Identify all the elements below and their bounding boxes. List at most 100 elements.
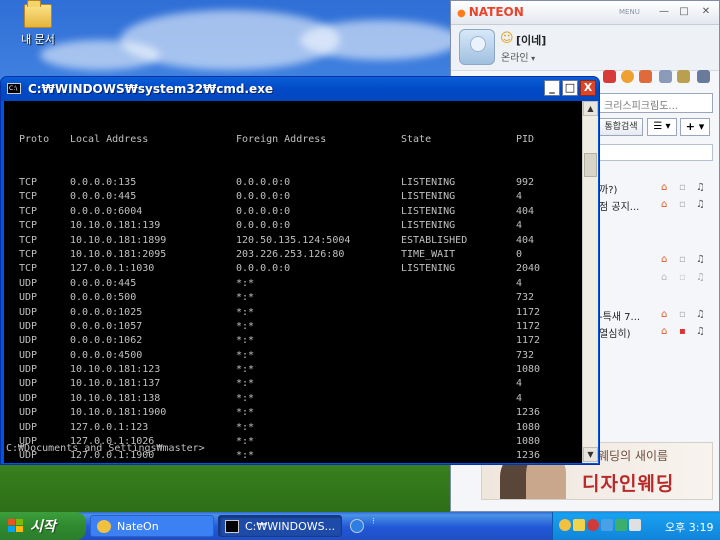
home-icon[interactable]: ⌂: [661, 199, 667, 210]
music-icon[interactable]: [677, 70, 690, 83]
emoticon-icon[interactable]: [621, 70, 634, 83]
ad-title: 디자인웨딩: [582, 473, 675, 495]
settings-icon[interactable]: [697, 70, 710, 83]
command-prompt[interactable]: C:₩Documents and Settings₩master>: [6, 443, 205, 454]
my-documents-desktop-icon[interactable]: 내 문서: [12, 0, 64, 47]
header-state: State: [401, 133, 432, 145]
cell-proto: UDP: [19, 364, 38, 376]
lock-icon[interactable]: ▪: [679, 326, 686, 337]
total-search-button[interactable]: 통합검색: [599, 118, 643, 136]
table-body: TCP 0.0.0.0:135 0.0.0.0:0 LISTENING 992 TCP 0.…: [19, 176, 579, 463]
cell-local-address: 10.10.0.181:139: [70, 220, 161, 232]
nateon-minimize-button[interactable]: —: [657, 6, 671, 19]
cell-local-address: 10.10.0.181:138: [70, 392, 161, 404]
cell-pid: 1080: [516, 364, 541, 376]
cell-state: TIME_WAIT: [401, 248, 456, 260]
cell-pid: 992: [516, 177, 535, 189]
cmd-close-button[interactable]: X: [580, 80, 596, 96]
clock[interactable]: 오후 3:19: [665, 519, 713, 535]
cmd-window[interactable]: C:\ C:₩WINDOWS₩system32₩cmd.exe _ □ X Pr…: [0, 76, 600, 465]
buddy-list-item[interactable]: ⌂ ▫ ♫: [599, 271, 720, 287]
taskbar-item-nateon[interactable]: NateOn: [90, 515, 214, 537]
table-row: UDP 127.0.0.1:123 *:* 1080: [19, 421, 579, 435]
status-dropdown[interactable]: 온라인: [501, 49, 535, 64]
internet-explorer-icon[interactable]: [350, 519, 364, 533]
table-row: UDP 0.0.0.0:500 *:* 732: [19, 291, 579, 305]
home-icon[interactable]: ⌂: [661, 182, 667, 193]
start-button[interactable]: 시작: [0, 512, 86, 540]
cell-pid: 2040: [516, 263, 541, 275]
network-icon[interactable]: [601, 519, 613, 531]
table-row: UDP 10.10.0.181:137 *:* 4: [19, 377, 579, 391]
home-icon[interactable]: ⌂: [661, 272, 667, 283]
cmd-title-bar[interactable]: C:\ C:₩WINDOWS₩system32₩cmd.exe _ □ X: [1, 77, 599, 101]
note-icon[interactable]: ▫: [679, 182, 686, 193]
note-icon[interactable]: ▫: [679, 254, 686, 265]
console-icon[interactable]: C:\: [7, 83, 21, 94]
cell-foreign-address: *:*: [236, 277, 255, 289]
music-icon[interactable]: ♫: [696, 272, 705, 283]
security-shield-icon[interactable]: [573, 519, 585, 531]
nateon-menu-button[interactable]: MENU: [619, 8, 640, 16]
music-icon[interactable]: ♫: [696, 309, 705, 320]
home-icon[interactable]: ⌂: [661, 326, 667, 337]
cell-state: ESTABLISHED: [401, 234, 468, 246]
scrollbar-thumb[interactable]: [584, 153, 597, 177]
music-icon[interactable]: ♫: [696, 326, 705, 337]
nateon-close-button[interactable]: ✕: [699, 6, 713, 19]
people-icon[interactable]: [659, 70, 672, 83]
start-label: 시작: [30, 519, 56, 535]
avatar[interactable]: [459, 29, 495, 65]
cell-proto: UDP: [19, 407, 38, 419]
buddy-list-item[interactable]: 열심히) ⌂ ▪ ♫: [599, 325, 720, 341]
console-output[interactable]: Proto Local Address Foreign Address Stat…: [4, 101, 582, 463]
note-icon[interactable]: ▫: [679, 309, 686, 320]
cell-local-address: 0.0.0.0:445: [70, 191, 137, 203]
cloud-decoration: [300, 20, 460, 60]
nateon-icon: [97, 520, 111, 533]
cell-state: LISTENING: [401, 191, 456, 203]
cell-pid: 732: [516, 292, 535, 304]
nateon-restore-button[interactable]: □: [677, 6, 691, 19]
cmd-maximize-button[interactable]: □: [562, 80, 578, 96]
list-view-button[interactable]: ☰ ▾: [647, 118, 677, 136]
table-row: TCP 10.10.0.181:1899 120.50.135.124:5004 ES…: [19, 234, 579, 248]
cell-foreign-address: *:*: [236, 364, 255, 376]
antivirus-icon[interactable]: [615, 519, 627, 531]
home-icon[interactable]: ⌂: [661, 254, 667, 265]
gift-icon[interactable]: [603, 70, 616, 83]
header-foreign-address: Foreign Address: [236, 133, 327, 145]
scroll-up-button[interactable]: ▲: [583, 101, 598, 116]
nateon-tray-icon[interactable]: [559, 519, 571, 531]
nateon-title-bar[interactable]: NATEON MENU — □ ✕: [451, 1, 719, 25]
note-icon[interactable]: ▫: [679, 272, 686, 283]
monitor-icon[interactable]: [629, 519, 641, 531]
buddy-list-item[interactable]: ⌂ ▫ ♫: [599, 253, 720, 269]
taskbar-item-cmd[interactable]: C:₩WINDOWS...: [218, 515, 342, 537]
note-icon[interactable]: ▫: [679, 199, 686, 210]
filter-input[interactable]: [599, 144, 713, 161]
music-icon[interactable]: ♫: [696, 199, 705, 210]
music-icon[interactable]: ♫: [696, 182, 705, 193]
table-row: UDP 0.0.0.0:445 *:* 4: [19, 277, 579, 291]
taskbar-item-label: C:₩WINDOWS...: [245, 520, 336, 533]
home-icon[interactable]: ⌂: [661, 309, 667, 320]
scroll-down-button[interactable]: ▼: [583, 447, 598, 462]
cell-local-address: 0.0.0.0:1025: [70, 306, 143, 318]
cmd-minimize-button[interactable]: _: [544, 80, 560, 96]
scrollbar[interactable]: ▲ ▼: [582, 101, 598, 463]
cell-local-address: 0.0.0.0:500: [70, 292, 137, 304]
cell-proto: TCP: [19, 205, 38, 217]
quick-launch-expand-icon[interactable]: ⁝: [372, 517, 375, 527]
add-buddy-button[interactable]: + ▾: [680, 118, 710, 136]
buddy-list-item[interactable]: -특새 7... ⌂ ▫ ♫: [599, 308, 720, 324]
nickname[interactable]: [이네]: [516, 32, 546, 48]
music-icon[interactable]: ♫: [696, 254, 705, 265]
table-row: TCP 0.0.0.0:445 0.0.0.0:0 LISTENING 4: [19, 190, 579, 204]
buddy-list-item[interactable]: 까?) ⌂ ▫ ♫: [599, 181, 720, 197]
search-input[interactable]: 크리스피크림도...: [599, 93, 713, 113]
buddy-list-item[interactable]: 점 공지... ⌂ ▫ ♫: [599, 198, 720, 214]
alert-icon[interactable]: [587, 519, 599, 531]
cell-foreign-address: *:*: [236, 450, 255, 462]
home-icon[interactable]: [639, 70, 652, 83]
